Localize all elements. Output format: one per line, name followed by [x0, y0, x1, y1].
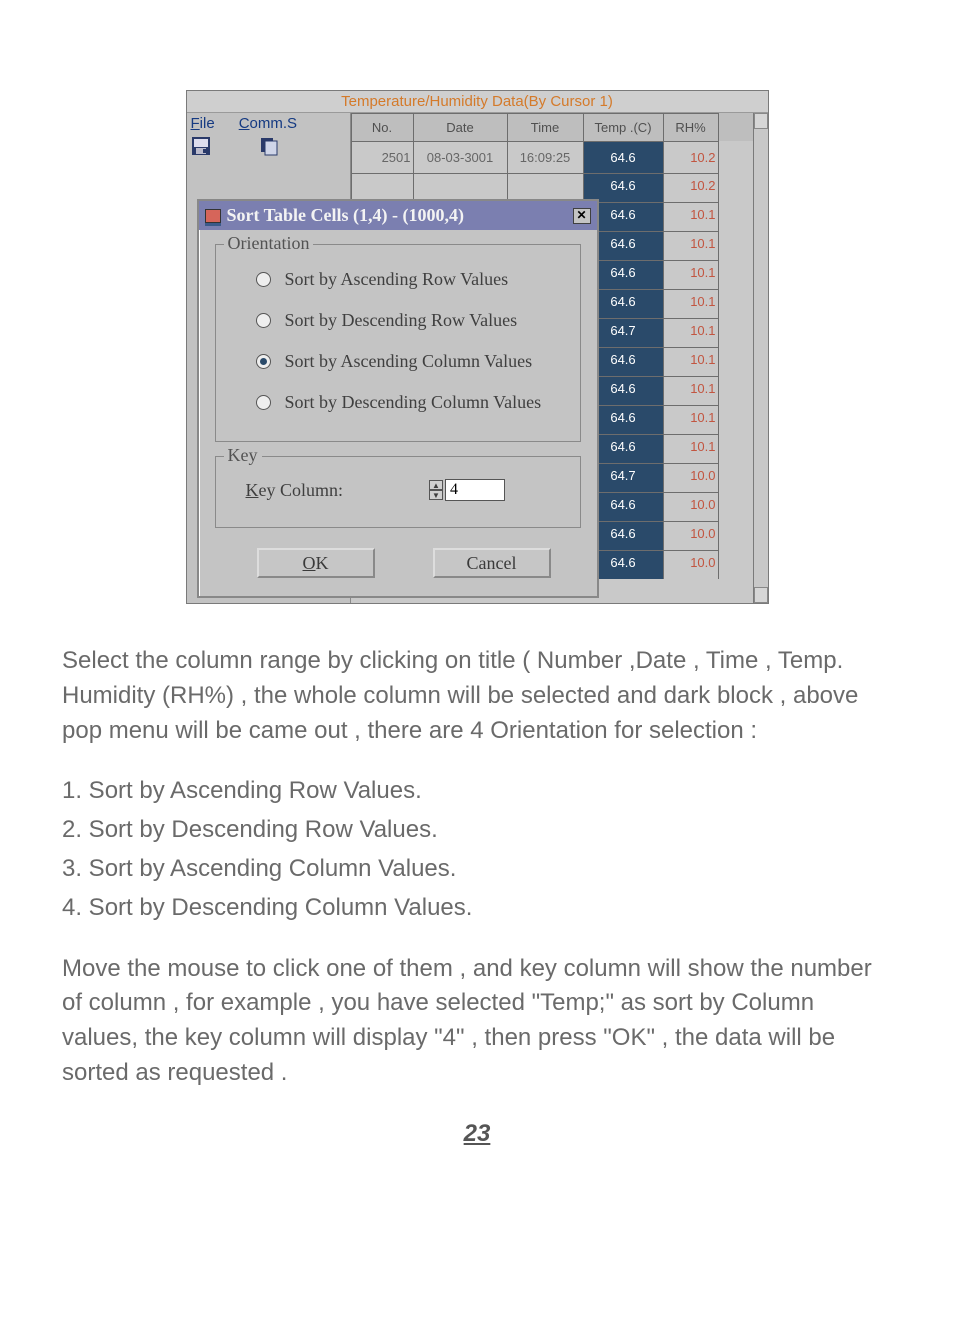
orientation-legend: Orientation	[224, 233, 314, 254]
col-date[interactable]: Date	[413, 113, 507, 141]
col-temp[interactable]: Temp .(C)	[583, 113, 663, 141]
col-rh[interactable]: RH%	[663, 113, 719, 141]
doc-list-item: 3. Sort by Ascending Column Values.	[62, 852, 892, 887]
radio-icon	[256, 313, 271, 328]
spin-down-icon[interactable]: ▼	[429, 490, 443, 500]
scroll-down-icon[interactable]	[754, 587, 768, 603]
document-body: Select the column range by clicking on t…	[62, 644, 892, 1152]
clipboard-icon[interactable]	[259, 136, 279, 156]
radio-icon	[256, 272, 271, 287]
key-legend: Key	[224, 445, 262, 466]
doc-list-item: 4. Sort by Descending Column Values.	[62, 891, 892, 926]
table-header[interactable]: No. Date Time Temp .(C) RH%	[351, 113, 753, 141]
key-group: Key Key Column: ▲ ▼	[215, 456, 581, 528]
col-no[interactable]: No.	[351, 113, 413, 141]
app-screenshot: Temperature/Humidity Data(By Cursor 1) F…	[186, 90, 769, 604]
radio-desc-col[interactable]: Sort by Descending Column Values	[228, 382, 568, 423]
radio-icon	[256, 395, 271, 410]
doc-paragraph: Select the column range by clicking on t…	[62, 644, 892, 748]
close-icon[interactable]: ✕	[573, 208, 591, 224]
doc-paragraph: Move the mouse to click one of them , an…	[62, 952, 892, 1091]
scroll-up-icon[interactable]	[754, 113, 768, 129]
spin-up-icon[interactable]: ▲	[429, 480, 443, 490]
doc-list-item: 2. Sort by Descending Row Values.	[62, 813, 892, 848]
table-row: 64.610.2	[351, 173, 753, 202]
menu-comm[interactable]: Comm.S	[239, 115, 297, 132]
table-row: 2501 08-03-3001 16:09:25 64.6 10.2	[351, 141, 753, 173]
page-number: 23	[62, 1117, 892, 1152]
radio-desc-row[interactable]: Sort by Descending Row Values	[228, 300, 568, 341]
col-time[interactable]: Time	[507, 113, 583, 141]
key-column-label: Key Column:	[246, 480, 344, 501]
save-icon[interactable]	[191, 136, 211, 156]
key-column-spinner[interactable]: ▲ ▼	[429, 479, 505, 501]
radio-asc-col[interactable]: Sort by Ascending Column Values	[228, 341, 568, 382]
cancel-button[interactable]: Cancel	[433, 548, 551, 578]
dialog-title: Sort Table Cells (1,4) - (1000,4)	[227, 205, 465, 226]
ok-button[interactable]: OK	[257, 548, 375, 578]
window-title: Temperature/Humidity Data(By Cursor 1)	[187, 91, 768, 113]
orientation-group: Orientation Sort by Ascending Row Values…	[215, 244, 581, 442]
sort-dialog: Sort Table Cells (1,4) - (1000,4) ✕ Orie…	[197, 199, 599, 598]
vertical-scrollbar[interactable]	[753, 113, 768, 603]
radio-icon	[256, 354, 271, 369]
menu-file[interactable]: File	[191, 115, 215, 132]
key-column-input[interactable]	[445, 479, 505, 501]
system-menu-icon[interactable]	[205, 209, 221, 223]
radio-asc-row[interactable]: Sort by Ascending Row Values	[228, 259, 568, 300]
doc-list-item: 1. Sort by Ascending Row Values.	[62, 774, 892, 809]
